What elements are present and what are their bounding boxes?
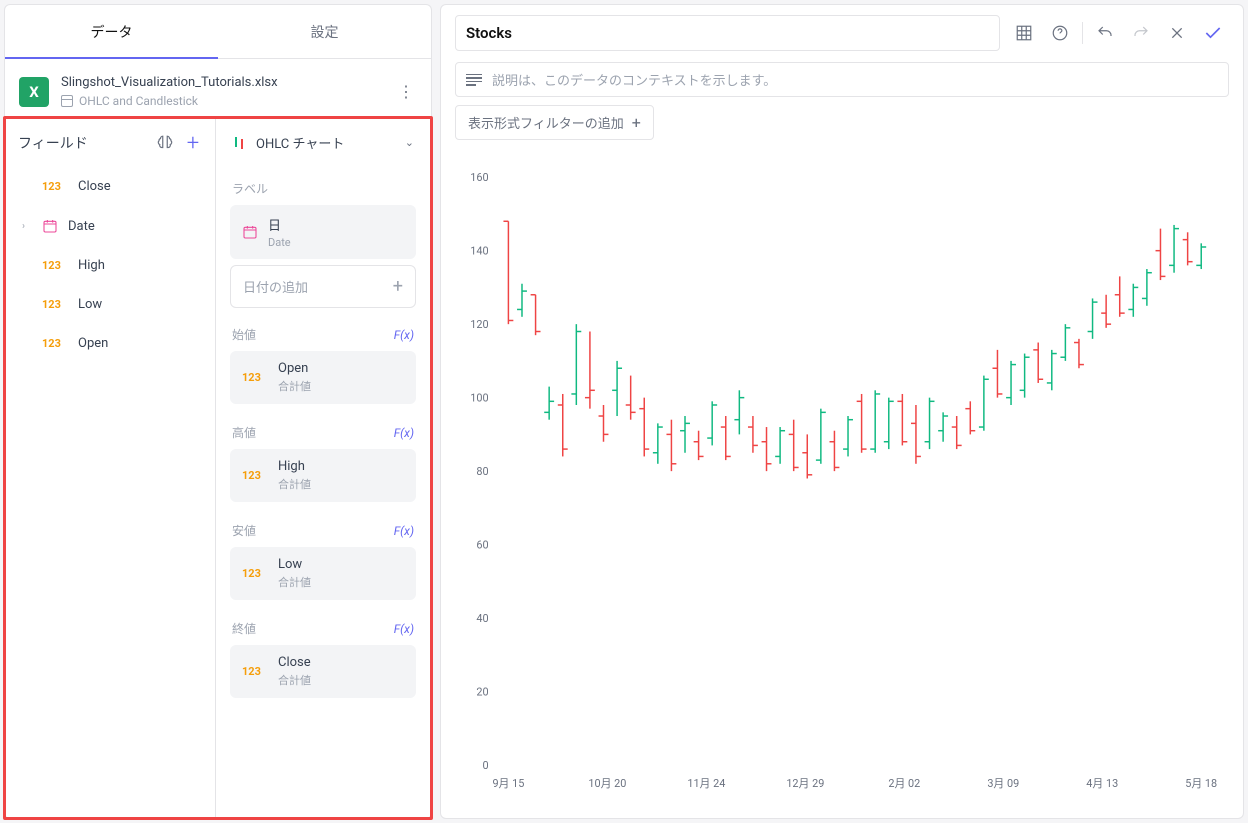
field-item-low[interactable]: 123Low bbox=[6, 285, 215, 324]
close-icon[interactable] bbox=[1161, 17, 1193, 49]
more-menu-icon[interactable]: ⋮ bbox=[395, 81, 417, 103]
number-type-icon: 123 bbox=[42, 298, 68, 311]
tab-data[interactable]: データ bbox=[5, 5, 218, 58]
visualization-title-input[interactable]: Stocks bbox=[455, 15, 1000, 51]
tab-settings[interactable]: 設定 bbox=[218, 5, 431, 58]
file-sheet: OHLC and Candlestick bbox=[61, 94, 383, 108]
tabs: データ 設定 bbox=[5, 5, 431, 59]
excel-icon: X bbox=[19, 77, 49, 107]
chart-type-selector[interactable]: OHLC チャート ⌄ bbox=[230, 119, 416, 166]
svg-text:120: 120 bbox=[470, 318, 488, 331]
fields-column: フィールド + 123Close›Date123High123Low123Ope… bbox=[6, 119, 216, 817]
ohlc-chart-icon bbox=[232, 135, 248, 151]
fx-link-low[interactable]: F(x) bbox=[394, 524, 414, 538]
fields-header: フィールド bbox=[18, 133, 147, 153]
fx-link-high[interactable]: F(x) bbox=[394, 426, 414, 440]
number-type-icon: 123 bbox=[42, 180, 68, 193]
value-chip-open[interactable]: 123Open合計値 bbox=[230, 351, 416, 404]
field-item-high[interactable]: 123High bbox=[6, 246, 215, 285]
svg-text:2月 02: 2月 02 bbox=[888, 777, 920, 790]
description-input[interactable]: 説明は、このデータのコンテキストを示します。 bbox=[455, 62, 1229, 97]
description-icon bbox=[466, 74, 482, 86]
svg-text:160: 160 bbox=[470, 171, 488, 184]
config-column: OHLC チャート ⌄ ラベル 日 Date 日付の追加+ 始値 F(x) 123O… bbox=[216, 119, 430, 817]
svg-text:9月 15: 9月 15 bbox=[492, 777, 524, 790]
brain-icon[interactable] bbox=[155, 133, 175, 153]
field-item-open[interactable]: 123Open bbox=[6, 324, 215, 363]
number-type-icon: 123 bbox=[242, 567, 268, 580]
chevron-right-icon: › bbox=[22, 221, 32, 232]
value-chip-close[interactable]: 123Close合計値 bbox=[230, 645, 416, 698]
svg-text:140: 140 bbox=[470, 245, 488, 258]
add-date-chip[interactable]: 日付の追加+ bbox=[230, 265, 416, 308]
section-open-title: 始値 bbox=[232, 326, 256, 343]
value-chip-low[interactable]: 123Low合計値 bbox=[230, 547, 416, 600]
fx-link-close[interactable]: F(x) bbox=[394, 622, 414, 636]
table-icon bbox=[61, 95, 73, 107]
svg-text:40: 40 bbox=[476, 612, 488, 625]
plus-icon: + bbox=[632, 113, 641, 132]
value-chip-high[interactable]: 123High合計値 bbox=[230, 449, 416, 502]
file-name: Slingshot_Visualization_Tutorials.xlsx bbox=[61, 75, 383, 90]
right-panel: Stocks 説明は、このデータのコンテキストを示します。 表示形式フィルターの… bbox=[440, 4, 1244, 819]
section-label: ラベル bbox=[230, 166, 416, 205]
svg-text:0: 0 bbox=[482, 759, 488, 772]
confirm-icon[interactable] bbox=[1197, 17, 1229, 49]
svg-text:100: 100 bbox=[470, 392, 488, 405]
svg-text:5月 18: 5月 18 bbox=[1185, 777, 1217, 790]
left-panel: データ 設定 X Slingshot_Visualization_Tutoria… bbox=[4, 4, 432, 819]
field-item-close[interactable]: 123Close bbox=[6, 167, 215, 206]
chevron-down-icon: ⌄ bbox=[405, 136, 414, 149]
label-chip-date[interactable]: 日 Date bbox=[230, 205, 416, 259]
number-type-icon: 123 bbox=[242, 665, 268, 678]
undo-icon[interactable] bbox=[1089, 17, 1121, 49]
svg-text:10月 20: 10月 20 bbox=[588, 777, 626, 790]
add-field-icon[interactable]: + bbox=[183, 133, 203, 153]
redo-icon[interactable] bbox=[1125, 17, 1157, 49]
number-type-icon: 123 bbox=[242, 371, 268, 384]
section-high-title: 高値 bbox=[232, 424, 256, 441]
editor-body: フィールド + 123Close›Date123High123Low123Ope… bbox=[3, 116, 433, 820]
chart-area: 0 20 40 60 80 100 120 140 160 9月 15 10月 20 11月 24 12… bbox=[441, 150, 1243, 818]
plus-icon: + bbox=[393, 276, 403, 297]
svg-text:80: 80 bbox=[476, 465, 488, 478]
svg-text:20: 20 bbox=[476, 686, 488, 699]
number-type-icon: 123 bbox=[242, 469, 268, 482]
ohlc-chart: 0 20 40 60 80 100 120 140 160 9月 15 10月 20 11月 24 12… bbox=[451, 160, 1223, 808]
grid-icon[interactable] bbox=[1008, 17, 1040, 49]
svg-text:12月 29: 12月 29 bbox=[786, 777, 824, 790]
svg-text:3月 09: 3月 09 bbox=[987, 777, 1019, 790]
fx-link-open[interactable]: F(x) bbox=[394, 328, 414, 342]
calendar-icon bbox=[242, 224, 258, 240]
add-filter-button[interactable]: 表示形式フィルターの追加 + bbox=[455, 105, 654, 140]
svg-text:11月 24: 11月 24 bbox=[687, 777, 725, 790]
number-type-icon: 123 bbox=[42, 337, 68, 350]
svg-text:4月 13: 4月 13 bbox=[1086, 777, 1118, 790]
svg-text:60: 60 bbox=[476, 539, 488, 552]
section-close-title: 終値 bbox=[232, 620, 256, 637]
file-row: X Slingshot_Visualization_Tutorials.xlsx… bbox=[5, 59, 431, 118]
calendar-icon bbox=[42, 218, 58, 234]
help-icon[interactable] bbox=[1044, 17, 1076, 49]
field-item-date[interactable]: ›Date bbox=[6, 206, 215, 246]
section-low-title: 安値 bbox=[232, 522, 256, 539]
number-type-icon: 123 bbox=[42, 259, 68, 272]
